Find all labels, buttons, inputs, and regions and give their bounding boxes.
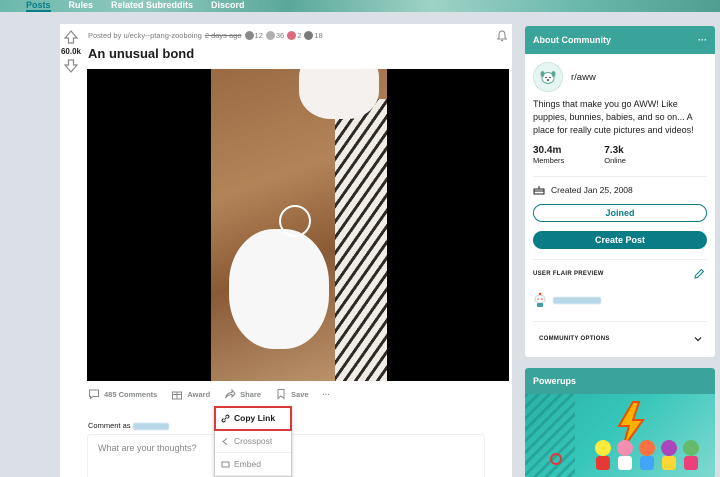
powerups-card: Powerups	[525, 368, 715, 477]
community-description: Things that make you go AWW! Like puppie…	[533, 99, 694, 135]
tab-rules[interactable]: Rules	[69, 0, 94, 12]
post-time: 2 days ago	[204, 31, 242, 40]
bell-icon[interactable]	[496, 30, 508, 42]
members-stat: 30.4m Members	[533, 145, 565, 165]
crosspost-icon	[222, 437, 228, 445]
more-options-button[interactable]: ···	[323, 390, 331, 399]
community-stats: 30.4m Members 7.3k Online	[533, 145, 626, 165]
share-menu: Copy Link Crosspost Embed	[214, 406, 292, 477]
crosspost-item[interactable]: Crosspost	[215, 430, 291, 453]
award-badge[interactable]: 12	[244, 31, 263, 40]
username-redacted	[553, 296, 601, 304]
tab-discord[interactable]: Discord	[211, 0, 245, 12]
joined-button[interactable]: Joined	[533, 204, 707, 222]
tab-posts[interactable]: Posts	[26, 0, 51, 12]
comments-button[interactable]: 485 Comments	[88, 388, 157, 400]
award-badge[interactable]: 2	[287, 31, 301, 40]
video-player[interactable]	[87, 69, 509, 381]
embed-item[interactable]: Embed	[215, 453, 291, 476]
user-flair-preview-label: USER FLAIR PREVIEW	[533, 271, 604, 277]
powerups-header: Powerups	[525, 368, 715, 394]
community-options-toggle[interactable]: COMMUNITY OPTIONS	[539, 336, 610, 342]
comment-icon	[89, 389, 99, 400]
more-options-icon[interactable]: ···	[698, 35, 707, 45]
heart-award-icon	[287, 31, 297, 40]
play-icon[interactable]	[279, 205, 311, 237]
save-button[interactable]: Save	[275, 388, 309, 400]
share-icon	[225, 388, 236, 399]
community-avatar[interactable]	[533, 62, 563, 92]
downvote-icon[interactable]	[64, 59, 78, 73]
divider	[533, 176, 707, 177]
community-identity: r/aww	[533, 62, 596, 92]
online-stat: 7.3k Online	[604, 145, 626, 165]
post-meta: Posted by u/ecky--ptang-zooboing 2 days …	[88, 31, 323, 40]
community-nav: Posts Rules Related Subreddits Discord	[26, 0, 245, 12]
bookmark-icon	[277, 389, 285, 400]
gift-icon	[172, 391, 183, 400]
post-title[interactable]: An unusual bond	[88, 46, 194, 61]
award-button[interactable]: Award	[171, 388, 210, 400]
award-icon	[304, 31, 314, 40]
link-icon	[221, 414, 230, 422]
vote-score: 60.0k	[60, 47, 82, 56]
community-name[interactable]: r/aww	[571, 72, 596, 83]
divider	[533, 259, 707, 260]
username-redacted	[132, 422, 169, 430]
divider	[533, 321, 707, 322]
user-flair	[533, 292, 601, 308]
cake-icon	[533, 186, 545, 195]
award-icon	[244, 31, 254, 40]
copy-link-item[interactable]: Copy Link	[214, 406, 292, 431]
snoo-avatar-icon	[534, 292, 546, 307]
about-header: About Community ···	[525, 26, 715, 54]
comment-as-label: Comment as	[88, 421, 169, 430]
pencil-icon[interactable]	[693, 268, 705, 280]
posted-by[interactable]: Posted by u/ecky--ptang-zooboing	[88, 31, 202, 40]
characters-icon	[595, 440, 699, 470]
vote-column: 60.0k	[60, 30, 82, 73]
comment-placeholder: What are your thoughts?	[98, 443, 197, 453]
ring-icon	[550, 453, 562, 465]
award-icon	[265, 31, 275, 40]
about-community-card: About Community ··· r/aww Things that ma…	[525, 26, 715, 357]
tab-related-subreddits[interactable]: Related Subreddits	[111, 0, 193, 12]
powerups-illustration	[525, 394, 715, 477]
award-badge[interactable]: 36	[265, 31, 284, 40]
award-badge[interactable]: 18	[304, 31, 323, 40]
dog-icon	[540, 71, 556, 84]
post-actions: 485 Comments Award Share Save ···	[88, 388, 330, 400]
embed-icon	[221, 461, 230, 467]
share-button[interactable]: Share	[224, 388, 261, 400]
chevron-down-icon[interactable]	[693, 334, 703, 344]
create-post-button[interactable]: Create Post	[533, 231, 707, 249]
upvote-icon[interactable]	[64, 30, 78, 44]
created-date: Created Jan 25, 2008	[533, 184, 633, 195]
